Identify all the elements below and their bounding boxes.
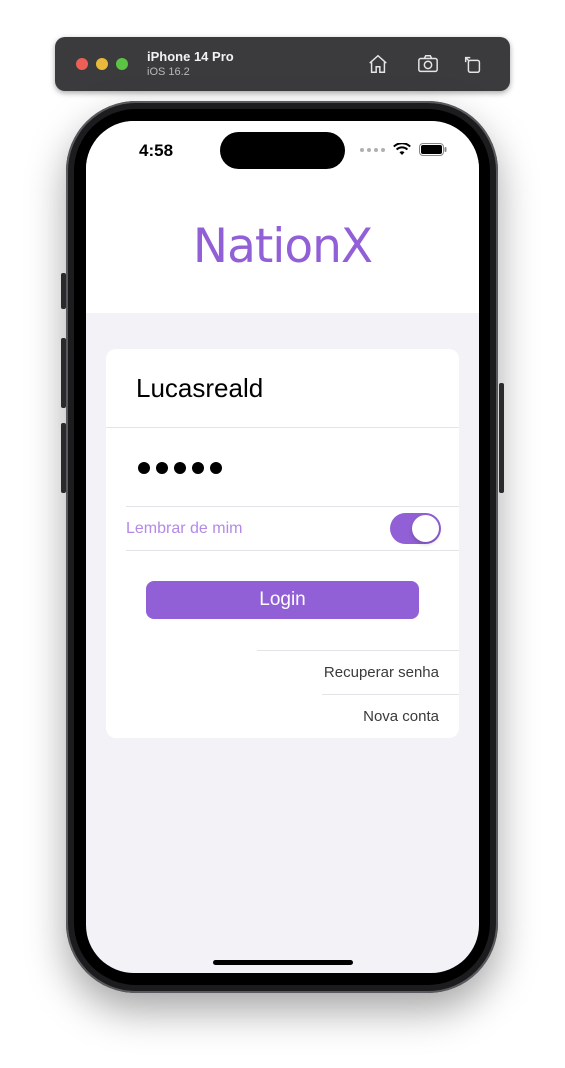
home-indicator[interactable] xyxy=(213,960,353,965)
simulator-title-bar: iPhone 14 Pro iOS 16.2 xyxy=(55,37,510,91)
os-version: iOS 16.2 xyxy=(147,66,190,78)
remember-me-toggle[interactable] xyxy=(390,513,441,544)
app-title: NationX xyxy=(192,219,373,274)
home-icon[interactable] xyxy=(365,51,391,77)
password-dot xyxy=(156,461,168,474)
remember-me-row: Lembrar de mim xyxy=(106,507,459,550)
recover-password-link[interactable]: Recuperar senha xyxy=(324,664,439,681)
wifi-icon xyxy=(393,143,411,155)
close-window-button[interactable] xyxy=(76,58,88,70)
minimize-window-button[interactable] xyxy=(96,58,108,70)
password-dot xyxy=(138,461,150,474)
zoom-window-button[interactable] xyxy=(116,58,128,70)
login-card: Lucasreald Lembrar de mim Login Recupera… xyxy=(106,349,459,738)
password-field[interactable] xyxy=(106,429,459,506)
screenshot-icon[interactable] xyxy=(415,51,441,77)
divider xyxy=(257,650,459,651)
dynamic-island xyxy=(220,132,345,169)
battery-icon xyxy=(419,143,447,156)
volume-up-button xyxy=(61,338,66,408)
divider xyxy=(322,694,459,695)
password-dot xyxy=(192,461,204,474)
status-time: 4:58 xyxy=(139,141,174,160)
rotate-icon[interactable] xyxy=(460,51,486,77)
status-icons xyxy=(360,143,447,156)
device-name: iPhone 14 Pro xyxy=(147,49,234,64)
divider xyxy=(126,550,459,551)
new-account-link[interactable]: Nova conta xyxy=(363,708,439,725)
power-button xyxy=(499,383,504,493)
username-field[interactable]: Lucasreald xyxy=(106,349,459,428)
phone-screen: 4:58 NationX Lucasreald Lembrar de mim L… xyxy=(86,121,479,973)
app-header: 4:58 NationX xyxy=(86,121,479,313)
login-button[interactable]: Login xyxy=(146,581,419,619)
remember-me-label: Lembrar de mim xyxy=(126,519,243,537)
silent-switch xyxy=(61,273,66,309)
toggle-knob xyxy=(412,515,439,542)
password-dot xyxy=(174,461,186,474)
cellular-icon xyxy=(360,147,385,152)
volume-down-button xyxy=(61,423,66,493)
password-dot xyxy=(210,461,222,474)
